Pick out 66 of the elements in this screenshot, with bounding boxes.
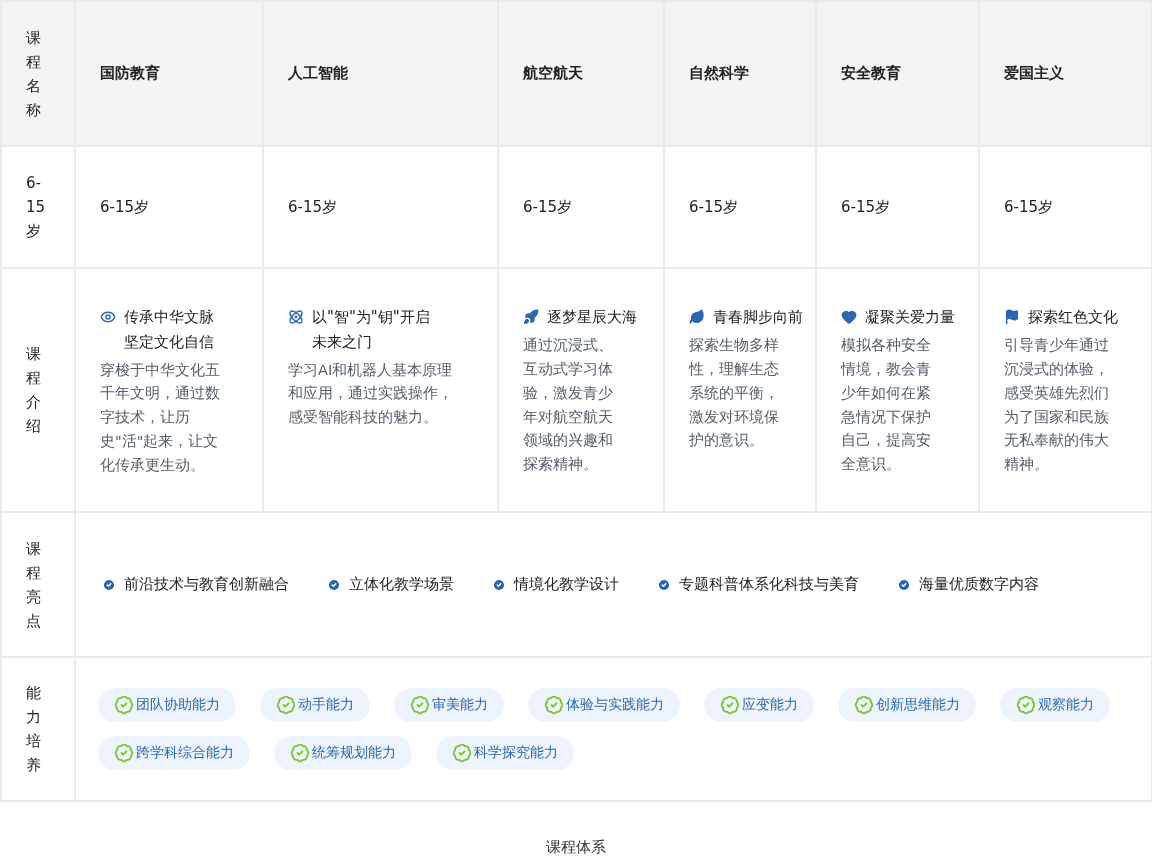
- check-icon: [327, 577, 341, 592]
- highlight-text: 海量优质数字内容: [919, 575, 1039, 594]
- row-label: 课程亮点: [26, 538, 42, 632]
- course-title: 探索红色文化: [1028, 307, 1118, 328]
- course-description: 探索生物多样性，理解生态系统的平衡，激发对环境保护的意识。: [689, 335, 779, 451]
- highlight-text: 前沿技术与教育创新融合: [124, 575, 289, 594]
- row-label: 课程名称: [26, 27, 42, 121]
- age-text: 6-15岁: [689, 197, 740, 217]
- atom-icon: [288, 309, 304, 325]
- age-text: 6-15岁: [841, 197, 892, 217]
- course-title: 逐梦星辰大海: [547, 307, 637, 328]
- age-text: 6-15岁: [100, 197, 151, 217]
- ability-tag: 审美能力: [394, 688, 504, 722]
- check-icon: [897, 577, 911, 592]
- course-title: 以"智"为"钥"开启 未来之门: [312, 307, 430, 353]
- badge-check-icon: [1016, 695, 1036, 715]
- badge-check-icon: [544, 695, 564, 715]
- course-description: 模拟各种安全情境，教会青少年如何在紧急情况下保护自己，提高安全意识。: [841, 335, 932, 475]
- column-header: 安全教育: [841, 64, 902, 83]
- column-header: 自然科学: [689, 64, 750, 83]
- course-description: 通过沉浸式、互动式学习体验，激发青少年对航空航天领域的兴趣和探索精神。: [523, 335, 614, 475]
- ability-tag: 应变能力: [704, 688, 814, 722]
- check-icon: [492, 577, 506, 592]
- ability-tag: 观察能力: [1000, 688, 1110, 722]
- flag-icon: [1004, 309, 1020, 325]
- age-text: 6-15岁: [288, 197, 339, 217]
- ability-tag: 体验与实践能力: [528, 688, 680, 722]
- badge-check-icon: [276, 695, 296, 715]
- ability-tag: 创新思维能力: [838, 688, 976, 722]
- course-description: 穿梭于中华文化五千年文明，通过数字技术，让历史"活"起来，让文化传承更生动。: [100, 360, 221, 476]
- ability-tag: 统筹规划能力: [274, 736, 412, 770]
- leaf-icon: [689, 309, 705, 325]
- course-title: 传承中华文脉 坚定文化自信: [124, 307, 214, 353]
- ability-tag: 团队协助能力: [98, 688, 236, 722]
- row-label: 6-15岁: [26, 173, 47, 242]
- ability-tag: 动手能力: [260, 688, 370, 722]
- badge-check-icon: [452, 743, 472, 763]
- course-description: 学习AI和机器人基本原理和应用，通过实践操作，感受智能科技的魅力。: [288, 360, 454, 428]
- badge-check-icon: [720, 695, 740, 715]
- course-title: 青春脚步向前: [713, 307, 803, 328]
- row-label: 课程介绍: [26, 344, 42, 437]
- ability-tag: 跨学科综合能力: [98, 736, 250, 770]
- column-header: 爱国主义: [1004, 64, 1065, 83]
- course-description: 引导青少年通过沉浸式的体验，感受英雄先烈们为了国家和民族无私奉献的伟大精神。: [1004, 335, 1110, 475]
- badge-check-icon: [854, 695, 874, 715]
- badge-check-icon: [114, 695, 134, 715]
- highlight-text: 情境化教学设计: [514, 575, 619, 594]
- eye-icon: [100, 309, 116, 325]
- rocket-icon: [523, 309, 539, 325]
- age-text: 6-15岁: [523, 197, 574, 217]
- ability-tag: 科学探究能力: [436, 736, 574, 770]
- column-header: 航空航天: [523, 64, 584, 83]
- age-text: 6-15岁: [1004, 197, 1055, 217]
- badge-check-icon: [114, 743, 134, 763]
- badge-check-icon: [410, 695, 430, 715]
- heart-icon: [841, 309, 857, 325]
- highlight-text: 专题科普体系化科技与美育: [679, 575, 859, 594]
- row-label: 能力培养: [26, 683, 42, 776]
- course-title: 凝聚关爱力量: [865, 307, 955, 328]
- highlight-text: 立体化教学场景: [349, 575, 454, 594]
- column-header: 国防教育: [100, 64, 161, 83]
- check-icon: [102, 577, 116, 592]
- caption: 课程体系: [545, 838, 607, 857]
- check-icon: [657, 577, 671, 592]
- badge-check-icon: [290, 743, 310, 763]
- column-header: 人工智能: [288, 64, 349, 83]
